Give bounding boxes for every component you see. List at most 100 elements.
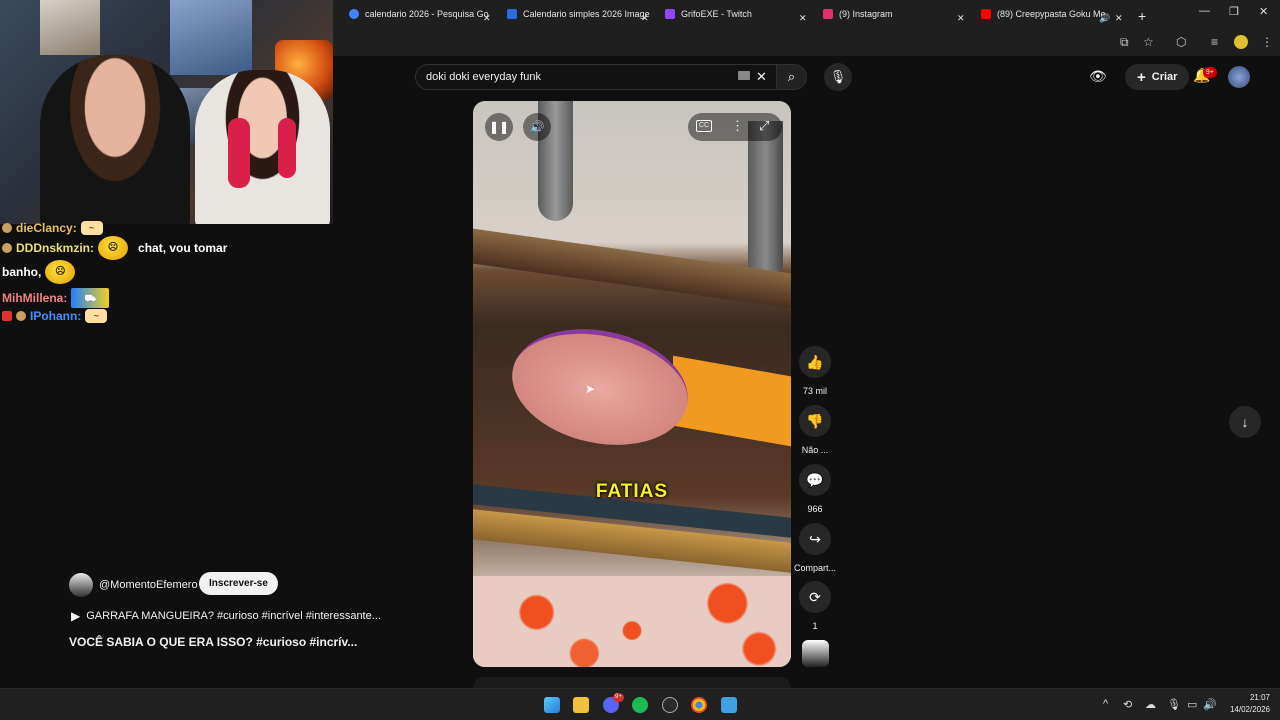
search-button[interactable]: ⌕ (777, 64, 807, 90)
new-tab-icon[interactable]: + (1138, 6, 1146, 26)
chat-message: banho, ☹ (2, 260, 76, 284)
display-icon[interactable]: ▭ (1187, 698, 1197, 711)
browser-tab[interactable]: (89) Creepypasta Goku Me (981, 4, 1106, 24)
close-tab-icon[interactable]: ✕ (799, 8, 807, 28)
chat-message: IPohann: ~ (2, 309, 108, 323)
close-window-icon[interactable]: ✕ (1259, 5, 1268, 18)
mouse-cursor-icon: ➤ (585, 382, 596, 396)
thumbs-up-icon: 👍 (799, 346, 831, 378)
next-video-button[interactable]: ↓ (1229, 406, 1261, 438)
emote-icon: ☹ (45, 260, 76, 284)
eye-icon[interactable]: 👁 (1089, 68, 1107, 85)
next-video-preview[interactable] (473, 677, 791, 688)
docs-icon (507, 9, 517, 19)
subscribe-button[interactable]: Inscrever-se (199, 572, 278, 595)
menu-icon[interactable]: ⋮ (1261, 35, 1273, 49)
chat-username: MihMillena: (2, 291, 68, 305)
streamer (195, 70, 330, 224)
share-button[interactable]: ↪ Compart... (789, 523, 841, 573)
hair-streak (228, 118, 250, 188)
browser-tab[interactable]: (9) Instagram (823, 4, 893, 24)
close-tab-icon[interactable]: ✕ (1115, 8, 1123, 28)
thumbs-down-icon: 👎 (799, 405, 831, 437)
create-button[interactable]: + Criar (1125, 64, 1190, 90)
clock-time: 21:07 (1249, 693, 1270, 702)
browser-tab[interactable]: calendario 2026 - Pesquisa Go (349, 4, 489, 24)
badge-icon (2, 243, 12, 253)
tab-title: calendario 2026 - Pesquisa Go (365, 9, 489, 19)
more-options-icon[interactable]: ⋮ (731, 118, 744, 134)
wall-poster (40, 0, 100, 55)
emote-icon: ⛟ (71, 288, 110, 308)
close-tab-icon[interactable]: ✕ (641, 8, 649, 28)
search-query: doki doki everyday funk (426, 71, 541, 83)
profile-icon[interactable] (1234, 35, 1248, 49)
clear-search-icon[interactable]: ✕ (756, 69, 767, 85)
cloud-icon[interactable]: ☁ (1145, 698, 1156, 711)
dislike-button[interactable]: 👎 Não ... (793, 405, 837, 455)
minimize-icon[interactable]: — (1199, 5, 1210, 17)
extensions-icon[interactable]: ⬡ (1176, 35, 1186, 49)
share-icon: ↪ (799, 523, 831, 555)
bookmark-star-icon[interactable]: ☆ (1143, 35, 1154, 49)
media-controls-icon[interactable]: ≡ (1211, 35, 1218, 49)
channel-name[interactable]: @MomentoEfemero (99, 579, 198, 591)
volume-icon[interactable]: 🔊 (1203, 698, 1217, 711)
tab-title: GrifoEXE - Twitch (681, 9, 752, 19)
remix-button[interactable]: ⟳ 1 (793, 581, 837, 631)
voice-search-button[interactable]: 🎙 (824, 63, 852, 91)
search-icon: ⌕ (787, 69, 796, 84)
install-icon[interactable]: ⧉ (1120, 35, 1129, 50)
channel-thumbnail[interactable] (802, 640, 829, 667)
wall-poster (170, 0, 252, 75)
chat-text: banho, (2, 265, 42, 279)
related-video-link[interactable]: ▶ GARRAFA MANGUEIRA? #curioso #incrível … (69, 609, 381, 623)
video-frame-element (501, 313, 699, 461)
chat-username: DDDnskmzin: (16, 241, 95, 255)
pause-button[interactable]: ❚❚ (485, 113, 513, 141)
notepad-icon[interactable] (721, 697, 737, 713)
account-avatar[interactable] (1228, 66, 1250, 88)
volume-button[interactable]: 🔊 (523, 113, 551, 141)
fullscreen-icon[interactable]: ⤢ (759, 118, 769, 134)
create-label: Criar (1151, 71, 1178, 83)
microphone-icon[interactable]: 🎙 (1167, 698, 1181, 711)
video-title[interactable]: VOCÊ SABIA O QUE ERA ISSO? #curioso #inc… (69, 635, 381, 649)
dislike-label: Não ... (801, 445, 829, 455)
comments-button[interactable]: 💬 966 (793, 464, 837, 514)
plus-icon: + (1137, 68, 1146, 86)
like-count: 73 mil (802, 386, 827, 396)
start-icon[interactable] (544, 697, 560, 713)
chrome-icon[interactable] (691, 697, 707, 713)
search-input[interactable]: doki doki everyday funk ✕ (415, 64, 777, 90)
close-tab-icon[interactable]: ✕ (957, 8, 965, 28)
restore-icon[interactable]: ❐ (1229, 5, 1239, 18)
like-button[interactable]: 👍 73 mil (793, 346, 837, 396)
obs-icon[interactable] (662, 697, 678, 713)
browser-tab[interactable]: GrifoEXE - Twitch (665, 4, 752, 24)
tab-title: (89) Creepypasta Goku Me (997, 9, 1106, 19)
badge-icon (2, 223, 12, 233)
clock-date: 14/02/2026 (1229, 705, 1270, 714)
shorts-video-player[interactable]: ❚❚ 🔊 CC ⋮ ⤢ FATIAS ➤ (473, 101, 791, 667)
pause-icon: ❚❚ (488, 120, 510, 134)
notification-badge: 9+ (1203, 67, 1217, 78)
speaker-icon[interactable]: 🔊 (1099, 8, 1110, 28)
remix-count: 1 (812, 621, 818, 631)
chat-message: DDDnskmzin: ☹ chat, vou tomar (2, 236, 227, 260)
chevron-up-icon[interactable]: ^ (1103, 698, 1108, 710)
clock[interactable]: 21:07 14/02/2026 (1222, 692, 1270, 716)
video-caption: FATIAS (595, 481, 669, 502)
keyboard-icon[interactable] (738, 71, 750, 80)
sync-icon[interactable]: ⟲ (1123, 698, 1132, 711)
file-explorer-icon[interactable] (573, 697, 589, 713)
comment-icon: 💬 (799, 464, 831, 496)
related-video-title: GARRAFA MANGUEIRA? #curioso #incrível #i… (86, 610, 381, 622)
browser-tab[interactable]: Calendario simples 2026 Image (507, 4, 650, 24)
browser-chrome: calendario 2026 - Pesquisa Go ✕ Calendar… (333, 0, 1280, 56)
speaker-icon: 🔊 (529, 120, 545, 134)
spotify-icon[interactable] (632, 697, 648, 713)
captions-icon[interactable]: CC (696, 120, 712, 132)
close-tab-icon[interactable]: ✕ (483, 8, 491, 28)
channel-avatar[interactable] (69, 573, 93, 597)
